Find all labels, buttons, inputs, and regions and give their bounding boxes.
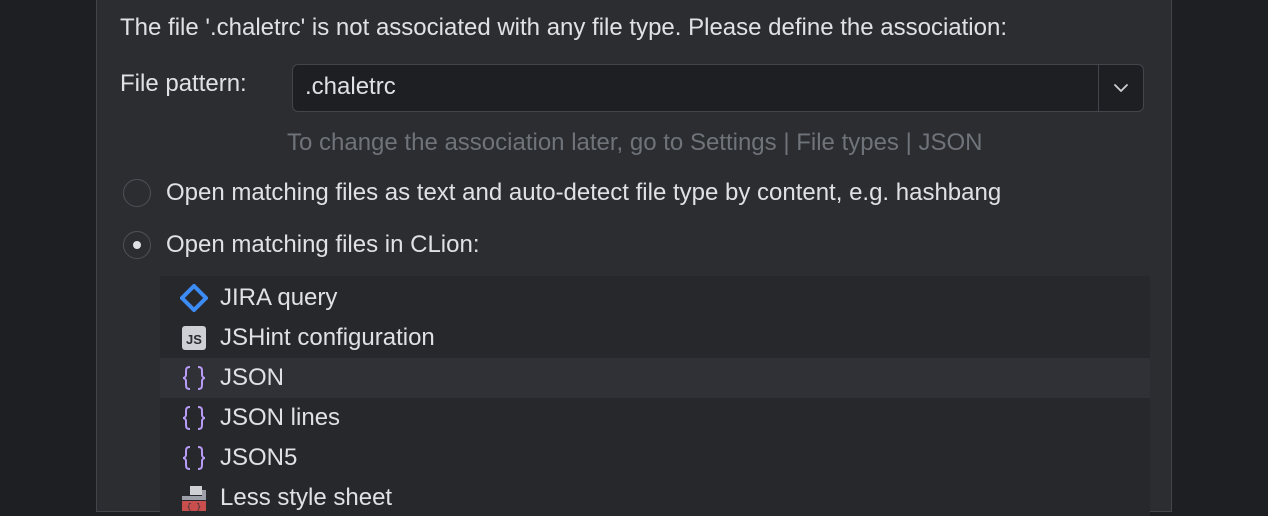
list-item-label: JSON xyxy=(220,364,285,391)
list-item-label: JSON lines xyxy=(220,404,341,431)
list-item[interactable]: JSON lines xyxy=(160,398,1150,438)
file-pattern-input[interactable]: .chaletrc xyxy=(305,73,396,101)
file-type-list[interactable]: JIRA query JS JSHint configuration JSON … xyxy=(160,276,1150,516)
list-item-label: JSON5 xyxy=(220,444,298,471)
list-item-label: Less style sheet xyxy=(220,484,393,511)
list-item[interactable]: JSON xyxy=(160,358,1150,398)
list-item[interactable]: JS JSHint configuration xyxy=(160,318,1150,358)
jshint-badge-text: JS xyxy=(186,332,202,347)
open-as-text-radio[interactable] xyxy=(123,179,151,207)
svg-text:{ }: { } xyxy=(187,503,201,512)
association-hint: To change the association later, go to S… xyxy=(287,129,983,156)
open-as-text-label[interactable]: Open matching files as text and auto-det… xyxy=(166,179,1001,207)
list-item[interactable]: JSON5 xyxy=(160,438,1150,478)
chevron-down-icon[interactable] xyxy=(1099,65,1143,111)
file-pattern-label: File pattern: xyxy=(120,70,247,97)
json-braces-icon xyxy=(180,364,208,392)
open-as-text-option[interactable]: Open matching files as text and auto-det… xyxy=(123,177,1001,209)
json-braces-icon xyxy=(180,404,208,432)
list-item[interactable]: JIRA query xyxy=(160,278,1150,318)
list-item[interactable]: { } Less style sheet xyxy=(160,478,1150,516)
jira-diamond-icon xyxy=(180,284,208,312)
association-message: The file '.chaletrc' is not associated w… xyxy=(120,14,1007,41)
json-braces-icon xyxy=(180,444,208,472)
file-pattern-combobox[interactable]: .chaletrc xyxy=(292,64,1144,112)
open-in-clion-option[interactable]: Open matching files in CLion: xyxy=(123,229,480,261)
open-in-clion-label[interactable]: Open matching files in CLion: xyxy=(166,231,480,259)
open-in-clion-radio[interactable] xyxy=(123,231,151,259)
less-icon: { } xyxy=(180,484,208,512)
list-item-label: JIRA query xyxy=(220,284,338,311)
jshint-icon: JS xyxy=(180,324,208,352)
list-item-label: JSHint configuration xyxy=(220,324,435,351)
